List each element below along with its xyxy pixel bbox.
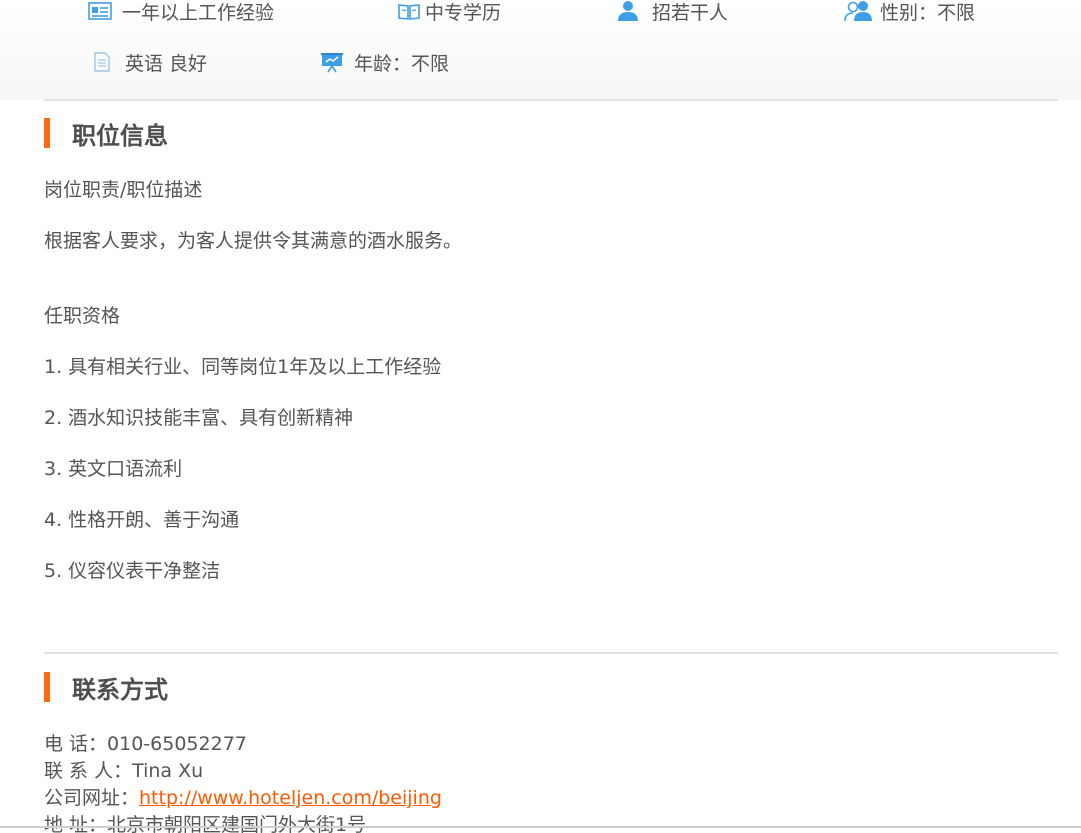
person-icon bbox=[616, 0, 640, 23]
attr-education: 中专学历 bbox=[397, 0, 501, 24]
attr-english-text: 英语 良好 bbox=[125, 52, 208, 75]
person-value: Tina Xu bbox=[132, 760, 204, 782]
document-icon bbox=[90, 50, 114, 74]
requirement-item: 2. 酒水知识技能丰富、具有创新精神 bbox=[44, 407, 354, 429]
duty-heading: 岗位职责/职位描述 bbox=[44, 179, 203, 201]
attr-experience: 一年以上工作经验 bbox=[88, 0, 274, 24]
requirement-item: 4. 性格开朗、善于沟通 bbox=[44, 509, 240, 531]
contact-website: 公司网址：http://www.hoteljen.com/beijing bbox=[44, 783, 442, 810]
section-divider bbox=[44, 652, 1058, 654]
attr-headcount: 招若干人 bbox=[616, 0, 728, 24]
presentation-icon bbox=[320, 50, 344, 74]
contact-title: 联系方式 bbox=[44, 672, 168, 704]
phone-value: 010-65052277 bbox=[107, 733, 247, 755]
requirement-item: 1. 具有相关行业、同等岗位1年及以上工作经验 bbox=[44, 356, 442, 378]
person-label: 联 系 人： bbox=[44, 760, 133, 782]
contact-address: 地 址：北京市朝阳区建国门外大街1号 bbox=[44, 810, 366, 833]
attr-english: 英语 良好 bbox=[90, 49, 207, 75]
people-icon bbox=[844, 0, 874, 23]
accent-bar bbox=[44, 118, 50, 148]
duty-text: 根据客人要求，为客人提供令其满意的酒水服务。 bbox=[44, 230, 463, 252]
attr-gender: 性别：不限 bbox=[844, 0, 975, 24]
attr-age: 年龄：不限 bbox=[320, 49, 449, 75]
id-card-icon bbox=[88, 0, 112, 23]
attr-education-text: 中专学历 bbox=[425, 1, 502, 24]
accent-bar bbox=[44, 672, 50, 702]
attr-headcount-text: 招若干人 bbox=[652, 1, 729, 24]
requirement-item: 3. 英文口语流利 bbox=[44, 458, 183, 480]
attr-gender-text: 性别：不限 bbox=[880, 1, 976, 24]
contact-person: 联 系 人：Tina Xu bbox=[44, 756, 203, 783]
requirements-heading: 任职资格 bbox=[44, 305, 121, 327]
book-icon bbox=[397, 0, 421, 23]
address-label: 地 址： bbox=[44, 814, 108, 833]
phone-label: 电 话： bbox=[44, 733, 108, 755]
requirement-item: 5. 仪容仪表干净整洁 bbox=[44, 560, 221, 582]
contact-phone: 电 话：010-65052277 bbox=[44, 729, 247, 756]
job-info-title: 职位信息 bbox=[44, 118, 168, 150]
website-label: 公司网址： bbox=[44, 787, 140, 809]
contact-title-text: 联系方式 bbox=[72, 675, 168, 704]
website-link[interactable]: http://www.hoteljen.com/beijing bbox=[139, 787, 442, 809]
attr-experience-text: 一年以上工作经验 bbox=[122, 1, 275, 24]
job-detail-page: 一年以上工作经验 中专学历 招若干人 性别：不限 英语 良好 年龄：不限 职位信… bbox=[0, 0, 1081, 833]
job-info-title-text: 职位信息 bbox=[72, 121, 168, 150]
address-value: 北京市朝阳区建国门外大街1号 bbox=[107, 814, 367, 833]
attr-age-text: 年龄：不限 bbox=[354, 52, 450, 75]
viewport-bottom-edge bbox=[0, 826, 1081, 828]
attributes-divider bbox=[44, 99, 1058, 101]
